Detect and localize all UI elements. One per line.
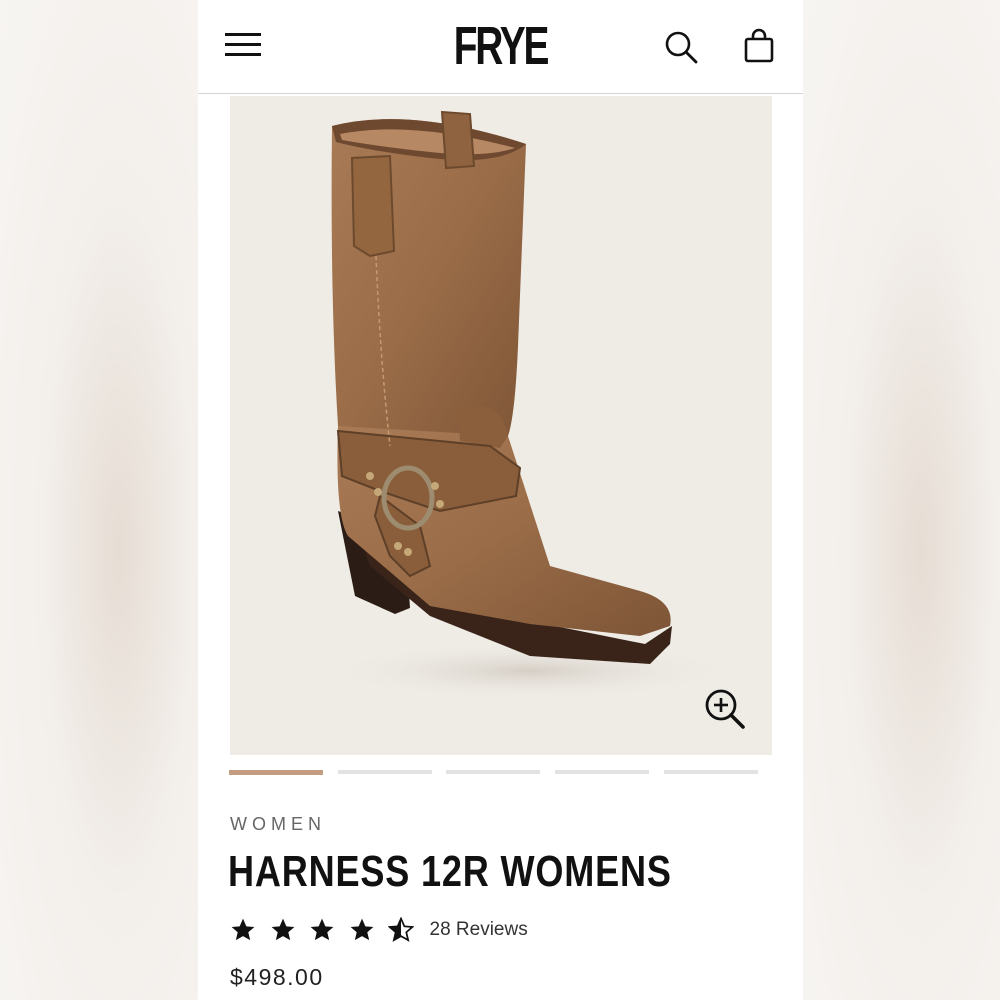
boot-image: [320, 110, 740, 701]
star-full-icon: [271, 918, 294, 941]
search-icon[interactable]: [664, 30, 698, 64]
image-carousel-indicators: [229, 770, 759, 776]
mobile-page: FRYE WOMEN HARNESS 12R WOMENS 28 Reviews…: [198, 0, 803, 1000]
brand-logo[interactable]: FRYE: [283, 14, 719, 78]
product-image[interactable]: [230, 96, 772, 755]
product-category: WOMEN: [230, 814, 326, 834]
carousel-dot-3[interactable]: [446, 770, 540, 774]
carousel-dot-4[interactable]: [555, 770, 649, 774]
star-full-icon: [310, 918, 334, 941]
carousel-dot-2[interactable]: [338, 770, 432, 774]
product-rating[interactable]: 28 Reviews: [230, 914, 528, 946]
product-title: HARNESS 12R WOMENS: [228, 847, 672, 896]
menu-icon[interactable]: [225, 30, 261, 60]
carousel-dot-1[interactable]: [229, 770, 323, 775]
product-price: $498.00: [230, 964, 324, 990]
carousel-dot-5[interactable]: [664, 770, 758, 774]
star-full-icon: [231, 918, 255, 941]
site-header: FRYE: [198, 0, 803, 94]
background-right: [803, 0, 1000, 1000]
zoom-in-icon[interactable]: [704, 688, 746, 730]
star-half-icon: [388, 917, 414, 942]
background-left: [0, 0, 198, 1000]
shopping-bag-icon[interactable]: [743, 28, 775, 64]
star-full-icon: [350, 918, 373, 941]
reviews-link[interactable]: 28 Reviews: [430, 919, 528, 941]
